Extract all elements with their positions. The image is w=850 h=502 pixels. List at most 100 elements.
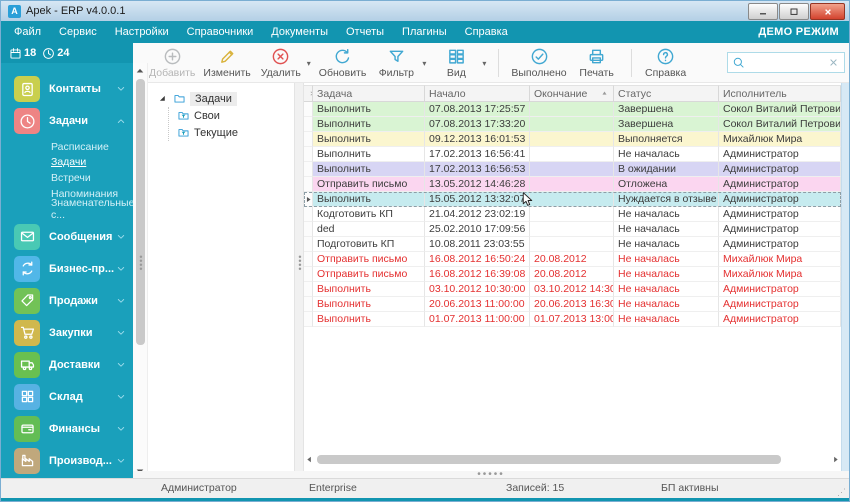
table-cell[interactable]: Кодготовить КП — [313, 207, 425, 222]
splitter-handle[interactable]: •••• — [296, 255, 304, 271]
sidebar-subitem[interactable]: Расписание — [51, 139, 133, 155]
table-cell[interactable] — [530, 237, 614, 252]
chevron-down-icon[interactable] — [115, 327, 127, 339]
table-horizontal-scrollbar[interactable] — [304, 453, 841, 466]
table-cell[interactable] — [530, 192, 614, 207]
table-cell[interactable]: Не началась — [614, 207, 719, 222]
sidebar-item[interactable]: Бизнес-пр... — [1, 253, 133, 285]
horizontal-scrollbar-thumb[interactable] — [317, 455, 781, 464]
table-row[interactable]: Выполнить07.08.2013 17:25:57ЗавершенаСок… — [304, 102, 841, 117]
table-cell[interactable]: Михайлюк Мира — [719, 267, 841, 282]
tree-table-splitter[interactable]: •••• — [295, 83, 304, 471]
delete-button[interactable]: Удалить — [259, 47, 303, 79]
table-cell[interactable]: Михайлюк Мира — [719, 132, 841, 147]
table-cell[interactable]: 20.06.2013 16:30:00 — [530, 297, 614, 312]
menu-item[interactable]: Настройки — [106, 21, 178, 43]
close-button[interactable] — [810, 3, 845, 20]
column-header[interactable]: Задача — [313, 85, 425, 102]
chevron-down-icon[interactable] — [115, 359, 127, 371]
sidebar-subitem[interactable]: Задачи — [51, 155, 133, 171]
table-cell[interactable]: 03.10.2012 10:30:00 — [425, 282, 530, 297]
table-cell[interactable]: 17.02.2013 16:56:53 — [425, 162, 530, 177]
menu-item[interactable]: Файл — [5, 21, 50, 43]
table-cell[interactable]: 20.08.2012 — [530, 252, 614, 267]
bottom-splitter[interactable]: ••••• — [133, 471, 849, 478]
sidebar-item[interactable]: Склад — [1, 381, 133, 413]
table-row[interactable]: Отправить письмо16.08.2012 16:50:2420.08… — [304, 252, 841, 267]
table-row[interactable]: Выполнить03.10.2012 10:30:0003.10.2012 1… — [304, 282, 841, 297]
table-cell[interactable]: Администратор — [719, 207, 841, 222]
clock-counter[interactable]: 24 — [42, 47, 69, 60]
table-row[interactable]: Отправить письмо16.08.2012 16:39:0820.08… — [304, 267, 841, 282]
sidebar-item[interactable]: Производ... — [1, 445, 133, 477]
chevron-down-icon[interactable] — [115, 423, 127, 435]
table-cell[interactable]: Не началась — [614, 282, 719, 297]
bottom-splitter-handle[interactable]: ••••• — [477, 473, 505, 477]
table-cell[interactable] — [530, 117, 614, 132]
table-cell[interactable]: 03.10.2012 14:30:00 — [530, 282, 614, 297]
print-button[interactable]: Печать — [575, 47, 619, 79]
table-cell[interactable]: Завершена — [614, 117, 719, 132]
table-cell[interactable]: 25.02.2010 17:09:56 — [425, 222, 530, 237]
table-row[interactable]: Выполнить01.07.2013 11:00:0001.07.2013 1… — [304, 312, 841, 327]
table-cell[interactable] — [530, 132, 614, 147]
chevron-down-icon[interactable] — [115, 455, 127, 467]
table-cell[interactable]: Администратор — [719, 282, 841, 297]
table-cell[interactable]: 21.04.2012 23:02:19 — [425, 207, 530, 222]
table-row[interactable]: Выполнить07.08.2013 17:33:20ЗавершенаСок… — [304, 117, 841, 132]
table-row[interactable]: Отправить письмо13.05.2012 14:46:28Отлож… — [304, 177, 841, 192]
table-cell[interactable] — [530, 207, 614, 222]
sidebar-item[interactable]: Финансы — [1, 413, 133, 445]
dropdown-caret-icon[interactable]: ▾ — [307, 59, 311, 68]
table-cell[interactable]: Подготовить КП — [313, 237, 425, 252]
table-row[interactable]: Выполнить17.02.2013 16:56:41Не началасьА… — [304, 147, 841, 162]
table-row[interactable]: Подготовить КП10.08.2011 23:03:55 Не нача… — [304, 237, 841, 252]
tree-node[interactable]: Свои — [177, 107, 290, 124]
table-cell[interactable]: 07.08.2013 17:33:20 — [425, 117, 530, 132]
table-cell[interactable]: 10.08.2011 23:03:55 — [425, 237, 530, 252]
table-cell[interactable]: Выполнить — [313, 147, 425, 162]
table-cell[interactable]: Не началась — [614, 147, 719, 162]
chevron-down-icon[interactable] — [115, 231, 127, 243]
table-cell[interactable]: Администратор — [719, 297, 841, 312]
table-cell[interactable] — [530, 222, 614, 237]
sidebar-item[interactable]: Продажи — [1, 285, 133, 317]
chevron-up-icon[interactable] — [115, 115, 127, 127]
table-cell[interactable]: Не началась — [614, 297, 719, 312]
sidebar-item[interactable]: Сообщения — [1, 221, 133, 253]
menu-item[interactable]: Сервис — [50, 21, 106, 43]
chevron-down-icon[interactable] — [115, 391, 127, 403]
menu-item[interactable]: Справка — [456, 21, 517, 43]
table-cell[interactable]: Не началась — [614, 312, 719, 327]
table-cell[interactable]: Администратор — [719, 222, 841, 237]
column-header[interactable]: Статус — [614, 85, 719, 102]
table-cell[interactable]: Администратор — [719, 177, 841, 192]
table-cell[interactable] — [530, 162, 614, 177]
minimize-button[interactable] — [748, 3, 778, 20]
table-cell[interactable]: Отложена — [614, 177, 719, 192]
table-cell[interactable]: 01.07.2013 11:00:00 — [425, 312, 530, 327]
filter-button[interactable]: Фильтр — [374, 47, 418, 79]
dropdown-caret-icon[interactable]: ▾ — [422, 59, 426, 68]
column-header[interactable]: Начало — [425, 85, 530, 102]
table-cell[interactable]: Не началась — [614, 267, 719, 282]
sidebar-subitem[interactable]: Встречи — [51, 170, 133, 186]
sidebar-scrollbar[interactable]: •••• — [133, 63, 148, 479]
table-cell[interactable]: Не началась — [614, 237, 719, 252]
edit-button[interactable]: Изменить — [203, 47, 250, 79]
table-cell[interactable]: Выполнить — [313, 282, 425, 297]
table-cell[interactable]: Не началась — [614, 222, 719, 237]
table-cell[interactable]: ded — [313, 222, 425, 237]
table-cell[interactable]: Отправить письмо — [313, 252, 425, 267]
table-vertical-scrollbar[interactable] — [841, 83, 850, 471]
dropdown-caret-icon[interactable]: ▾ — [482, 59, 486, 68]
table-cell[interactable]: 20.08.2012 — [530, 267, 614, 282]
help-button[interactable]: Справка — [644, 47, 688, 79]
table-cell[interactable]: Завершена — [614, 102, 719, 117]
table-row[interactable]: Выполнить17.02.2013 16:56:53В ожиданииАд… — [304, 162, 841, 177]
table-cell[interactable]: Отправить письмо — [313, 267, 425, 282]
column-header[interactable]: Исполнитель — [719, 85, 841, 102]
table-cell[interactable]: 07.08.2013 17:25:57 — [425, 102, 530, 117]
sidebar-item[interactable]: Закупки — [1, 317, 133, 349]
table-cell[interactable]: Выполнить — [313, 192, 425, 207]
